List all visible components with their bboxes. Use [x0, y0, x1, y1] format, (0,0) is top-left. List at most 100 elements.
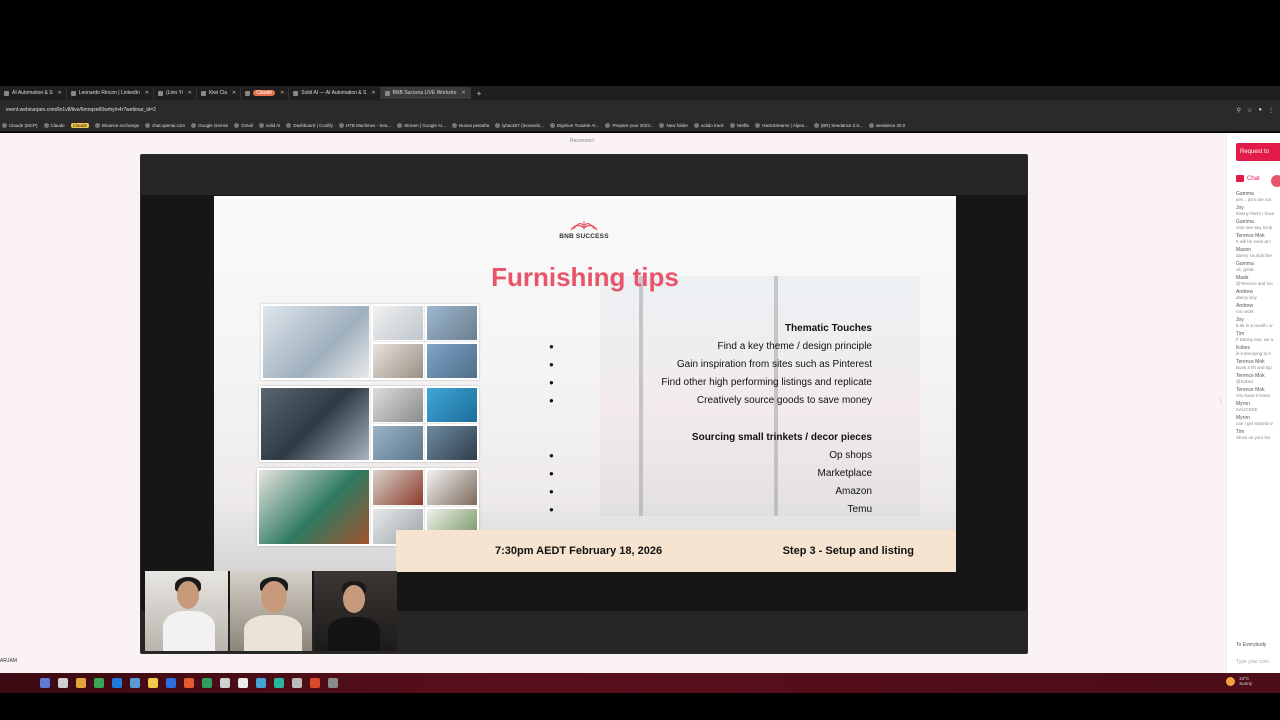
search-icon[interactable]: ⚲: [1237, 107, 1241, 114]
chat-text: If Danny can, we a: [1236, 337, 1274, 342]
close-icon[interactable]: ✕: [145, 90, 149, 96]
bookmark-item[interactable]: (BR) Seedance 2.0...: [813, 123, 863, 128]
chat-message: Myron SAUCEEE: [1236, 401, 1280, 412]
app-icon[interactable]: [58, 678, 68, 688]
app-icon[interactable]: [310, 678, 320, 688]
browser-tab[interactable]: Claude ✕: [241, 87, 290, 99]
browser-tab[interactable]: AI Automation & S ✕: [0, 87, 67, 99]
bookmark-item[interactable]: Binance exchange: [95, 123, 139, 128]
chat-text: You have it lease: [1236, 393, 1271, 398]
url-text[interactable]: event.webinarjam.com/llo1v8/live/6mnqxe6…: [6, 107, 1237, 113]
request-to-speak-button[interactable]: Request to: [1236, 143, 1280, 161]
app-icon[interactable]: [328, 678, 338, 688]
bookmark-favicon-icon: [95, 123, 101, 128]
chrome-icon[interactable]: [202, 678, 212, 688]
bookmark-label: chat.openai.com: [152, 123, 186, 128]
listing-photo: [371, 342, 425, 380]
app-icon[interactable]: [40, 678, 50, 688]
tab-label: Claude: [253, 90, 276, 96]
browser-tab[interactable]: Leonardo Rincon | LinkedIn ✕: [67, 87, 155, 99]
bullet-icon: ●: [549, 487, 554, 496]
bookmark-item[interactable]: Claude (MCP): [2, 123, 38, 128]
bookmark-favicon-icon: [338, 123, 344, 128]
bookmark-item[interactable]: Google Gemini: [191, 123, 228, 128]
close-icon[interactable]: ✕: [58, 90, 62, 96]
tab-favicon-icon: [70, 90, 76, 96]
tab-label: Solid AI — AI Automation & S: [301, 90, 367, 96]
listing-photo: [259, 386, 371, 462]
app-icon[interactable]: [238, 678, 248, 688]
browser-tab-bar: AI Automation & S ✕ Leonardo Rincon | Link…: [0, 86, 1280, 100]
app-icon[interactable]: [112, 678, 122, 688]
menu-icon[interactable]: ⋮: [1268, 107, 1274, 114]
close-icon[interactable]: ✕: [232, 90, 236, 96]
section-heading: Sourcing small trinkets / decor pieces: [691, 432, 872, 443]
chat-message: Kobez is it annoying to h: [1236, 345, 1280, 356]
bookmark-item[interactable]: Prepare your 2023...: [605, 123, 653, 128]
bookmark-item[interactable]: Digimon Tusukte Ar...: [549, 123, 599, 128]
bookmark-label: HTB Machines - Sea...: [345, 123, 392, 128]
bookmark-item[interactable]: Netflix: [729, 123, 749, 128]
recipient-select[interactable]: To Everybody: [1236, 642, 1266, 648]
app-icon[interactable]: [274, 678, 284, 688]
app-icon[interactable]: [94, 678, 104, 688]
close-icon[interactable]: ✕: [280, 90, 284, 96]
close-icon[interactable]: ✕: [371, 90, 375, 96]
bookmark-item[interactable]: Dashboard | Coolify: [286, 123, 333, 128]
listing-photo: [425, 468, 479, 507]
section-heading: Thematic Touches: [784, 323, 872, 334]
tab-chat[interactable]: Chat: [1236, 175, 1260, 182]
presenter: [260, 581, 287, 613]
bookmark-item[interactable]: seedance 20.0: [868, 123, 905, 128]
bookmark-item[interactable]: Stream | Google AI...: [397, 123, 446, 128]
extension-icon[interactable]: ●: [1258, 107, 1262, 114]
bookmark-item[interactable]: Nuova pestaña: [451, 123, 489, 128]
more-options-icon[interactable]: ⋮: [1218, 398, 1224, 405]
bookmark-favicon-icon: [191, 123, 197, 128]
new-tab-button[interactable]: +: [471, 89, 488, 98]
chat-message: Terence Mok Book a lift and typ: [1236, 359, 1280, 370]
step-label: Step 3 - Setup and listing: [782, 545, 914, 557]
bookmark-item[interactable]: chat.openai.com: [145, 123, 185, 128]
app-icon[interactable]: [130, 678, 140, 688]
bookmark-item[interactable]: HTB Machines - Sea...: [338, 123, 392, 128]
bullet-item: ● Temu: [544, 501, 874, 519]
app-icon[interactable]: [256, 678, 266, 688]
bookmark-item[interactable]: Claude: [70, 123, 90, 128]
address-bar[interactable]: event.webinarjam.com/llo1v8/live/6mnqxe6…: [0, 100, 1280, 120]
weather-widget[interactable]: 24°C Sunny: [1226, 676, 1252, 686]
listing-photo: [425, 386, 479, 424]
app-icon[interactable]: [220, 678, 230, 688]
app-icon[interactable]: [184, 678, 194, 688]
app-icon[interactable]: [76, 678, 86, 688]
bookmark-item[interactable]: solido track: [693, 123, 724, 128]
bookmark-favicon-icon: [397, 123, 403, 128]
bookmark-item[interactable]: solid AI: [258, 123, 280, 128]
app-icon[interactable]: [292, 678, 302, 688]
bookmark-item[interactable]: Claude: [43, 123, 65, 128]
bookmark-item[interactable]: lyhack07 (leonardo...: [495, 123, 544, 128]
video-player[interactable]: BNB SUCCESS Furnishing tips Thematic Tou…: [140, 154, 1028, 654]
chat-text: 6.5k in a month, w: [1236, 323, 1273, 328]
bookmark-item[interactable]: New folder: [659, 123, 688, 128]
browser-tab[interactable]: (Linn Yi ✕: [154, 87, 197, 99]
bookmark-item[interactable]: Gmail: [234, 123, 253, 128]
chat-input[interactable]: Type your com: [1236, 659, 1269, 665]
chat-message: Andrew danny boy: [1236, 289, 1280, 300]
slide-title: Furnishing tips: [491, 262, 679, 292]
browser-tab[interactable]: Kiwi Cla ✕: [197, 87, 242, 99]
bullet-icon: ●: [549, 469, 554, 478]
tab-favicon-icon: [4, 90, 9, 96]
browser-tab[interactable]: BNB Success LIVE Worksho ✕: [380, 87, 471, 99]
close-icon[interactable]: ✕: [188, 90, 192, 96]
star-icon[interactable]: ☆: [1247, 107, 1252, 114]
reconnect-link[interactable]: Reconnect: [570, 138, 594, 144]
bookmark-favicon-icon: [2, 123, 7, 128]
close-icon[interactable]: ✕: [461, 90, 465, 96]
app-icon[interactable]: [166, 678, 176, 688]
folder-icon[interactable]: [148, 678, 158, 688]
bookmark-item[interactable]: HackStreams | Alpes...: [755, 123, 808, 128]
emoji-icon[interactable]: [1271, 175, 1280, 187]
webcam-feed: [229, 571, 313, 651]
browser-tab[interactable]: Solid AI — AI Automation & S ✕: [289, 87, 381, 99]
